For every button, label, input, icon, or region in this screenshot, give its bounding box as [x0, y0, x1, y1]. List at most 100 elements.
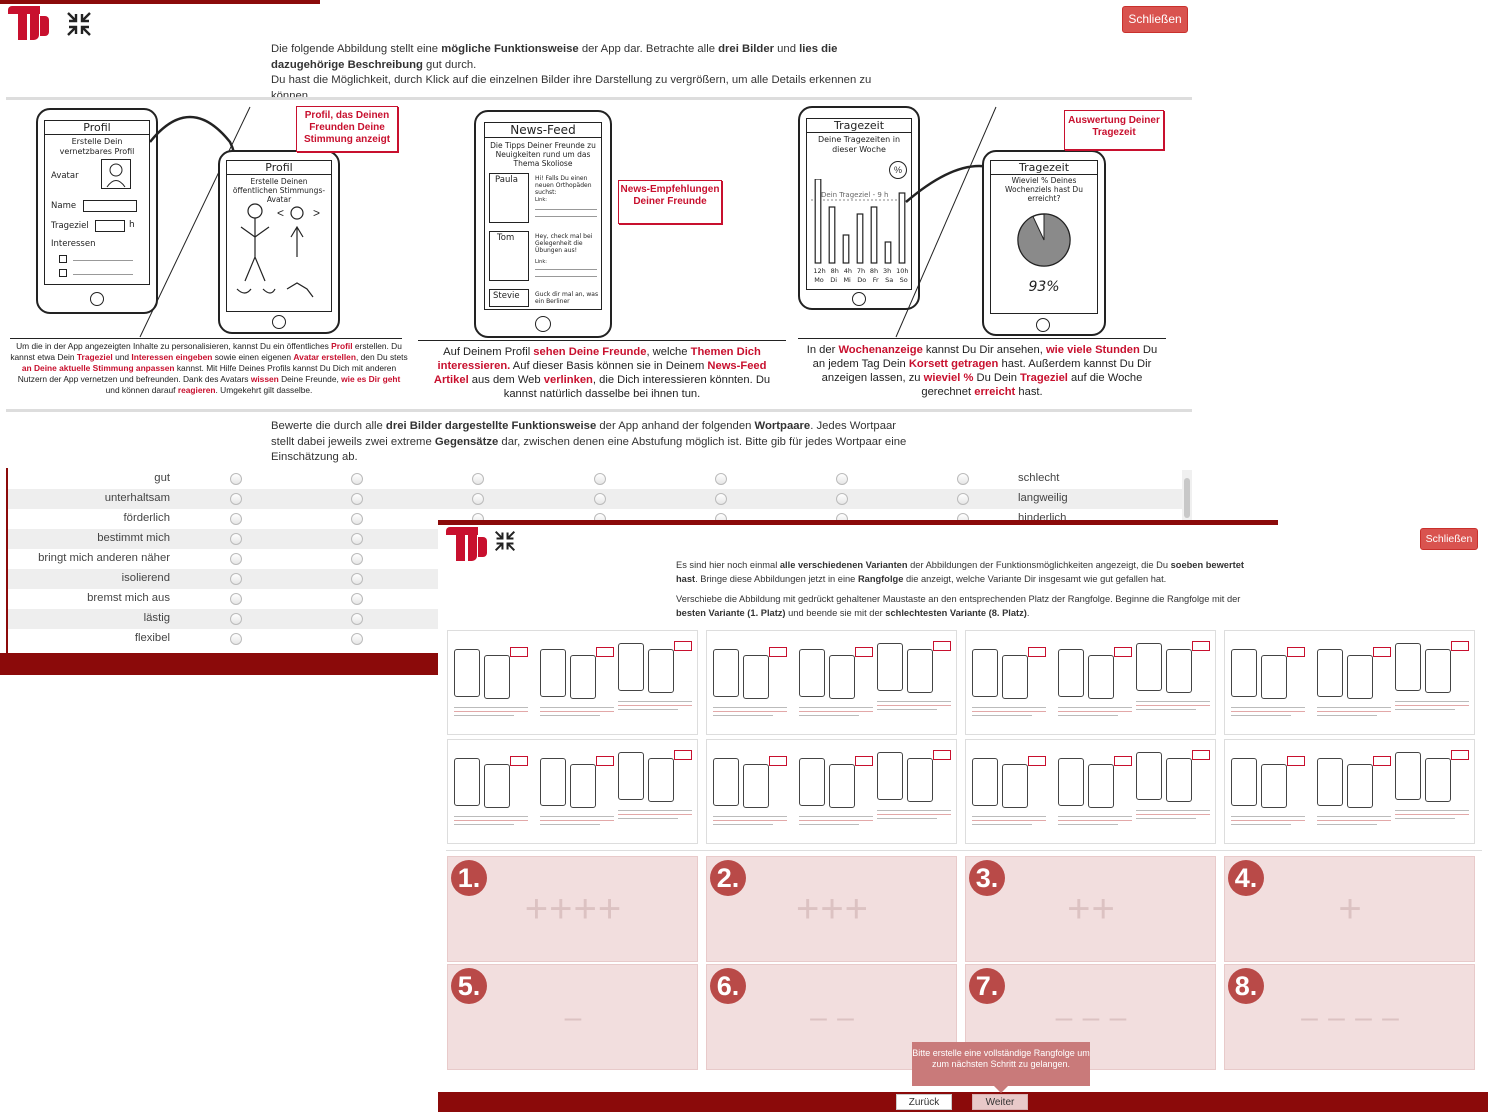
variant-thumbnail[interactable] — [1224, 739, 1475, 844]
rating-radio[interactable] — [836, 493, 848, 505]
rank-number: 6. — [710, 968, 746, 1004]
rating-radio[interactable] — [594, 493, 606, 505]
rank-slot[interactable]: 8. – – – – — [1224, 964, 1475, 1070]
rating-radio[interactable] — [715, 473, 727, 485]
caption-highlight: Wochenanzeige — [838, 344, 923, 356]
rating-radio[interactable] — [351, 513, 363, 525]
rating-radio[interactable] — [351, 573, 363, 585]
rating-radio[interactable] — [351, 493, 363, 505]
rank-symbol: – – — [810, 1001, 855, 1034]
illustration-caption: Auf Deinem Profil sehen Deine Freunde, w… — [424, 345, 780, 401]
rating-radio[interactable] — [230, 493, 242, 505]
rating-radio[interactable] — [230, 633, 242, 645]
rank-slot[interactable]: 1. ++++ — [447, 856, 698, 962]
percent-value: 93% — [1028, 279, 1060, 295]
speech-bubble: News-Empfehlungen Deiner Freunde — [618, 180, 722, 224]
word-left: bestimmt mich — [97, 532, 170, 544]
rating-radio[interactable] — [472, 473, 484, 485]
variant-thumbnail[interactable] — [447, 630, 698, 735]
rating-radio[interactable] — [594, 473, 606, 485]
rating-radio[interactable] — [230, 593, 242, 605]
collapse-fullscreen-icon[interactable] — [494, 530, 516, 552]
caption-text: Du Dein — [973, 372, 1021, 384]
rating-radio[interactable] — [351, 613, 363, 625]
week-bar-mi — [842, 234, 850, 264]
caption-text: hast. — [1015, 386, 1043, 398]
friend-name: Tom — [497, 233, 515, 243]
rank-symbol: ++++ — [524, 887, 623, 931]
variant-thumbnail[interactable] — [965, 739, 1216, 844]
tu-logo — [8, 6, 54, 40]
rating-radio[interactable] — [836, 473, 848, 485]
rating-radio[interactable] — [472, 493, 484, 505]
word-pair-row: bremst mich aus — [8, 589, 438, 609]
field-label: Name — [51, 201, 77, 211]
speech-bubble: Profil, das Deinen Freunden Deine Stimmu… — [296, 106, 398, 152]
variant-thumbnail[interactable] — [1224, 630, 1475, 735]
caption-text: Deine Freunde, — [278, 374, 342, 384]
day-label: Di — [830, 276, 838, 284]
percent-pie-chart — [1017, 213, 1071, 267]
rank-symbol: + — [1338, 887, 1363, 931]
rating-radio[interactable] — [715, 493, 727, 505]
phone-sketch-avatar: Profil Erstelle Deinen öffentlichen Stim… — [218, 150, 340, 334]
matrix-scrollbar[interactable] — [1182, 470, 1192, 522]
rating-radio[interactable] — [351, 553, 363, 565]
word-left: förderlich — [123, 512, 170, 524]
rating-radio[interactable] — [351, 593, 363, 605]
rating-radio[interactable] — [230, 573, 242, 585]
rating-radio[interactable] — [351, 633, 363, 645]
illustration-caption: Um die in der App angezeigten Inhalte zu… — [10, 341, 408, 396]
back-button[interactable]: Zurück — [896, 1094, 952, 1110]
phone-sketch-percent: Tragezeit Wieviel % Deines Wochenziels h… — [982, 150, 1106, 336]
rating-radio[interactable] — [230, 513, 242, 525]
illustration-newsfeed[interactable]: News-Feed Die Tipps Deiner Freunde zu Ne… — [418, 102, 788, 408]
rating-radio[interactable] — [957, 473, 969, 485]
rating-radio[interactable] — [957, 493, 969, 505]
illustration-profile[interactable]: Profil Erstelle Dein vernetzbares Profil… — [10, 102, 408, 408]
illustration-caption: In der Wochenanzeige kannst Du Dir anseh… — [802, 343, 1162, 399]
caption-text: und können darauf — [105, 385, 178, 395]
variant-thumbnail[interactable] — [706, 630, 957, 735]
caption-text: In der — [806, 344, 839, 356]
collapse-fullscreen-icon[interactable] — [66, 11, 92, 37]
pie-achieved — [1017, 213, 1071, 267]
validation-tooltip: Bitte erstelle eine vollständige Rangfol… — [912, 1042, 1090, 1093]
ranking-instructions-2: Verschiebe die Abbildung mit gedrückt ge… — [676, 594, 1241, 618]
word-pair-row: flexibel — [8, 629, 438, 649]
caption-text: , den Du stets — [355, 352, 408, 362]
bottom-bar — [0, 653, 440, 675]
rank-slot[interactable]: 5. – — [447, 964, 698, 1070]
rating-radio[interactable] — [351, 473, 363, 485]
caption-highlight: Trageziel — [1020, 372, 1068, 384]
speech-bubble: Auswertung Deiner Tragezeit — [1064, 110, 1164, 150]
rating-radio[interactable] — [351, 533, 363, 545]
illustration-tragezeit[interactable]: Tragezeit Deine Tragezeiten in dieser Wo… — [796, 102, 1168, 408]
next-button[interactable]: Weiter — [972, 1094, 1028, 1110]
variant-thumbnail[interactable] — [447, 739, 698, 844]
caption-text: aus dem Web — [468, 374, 544, 386]
rank-slot[interactable]: 2. +++ — [706, 856, 957, 962]
divider — [6, 97, 1192, 100]
word-left: isolierend — [121, 572, 170, 584]
hour-label: 12h — [813, 267, 826, 275]
rank-slot[interactable]: 3. ++ — [965, 856, 1216, 962]
caption-text: und — [112, 352, 132, 362]
rating-radio[interactable] — [230, 553, 242, 565]
rank-slot[interactable]: 4. + — [1224, 856, 1475, 962]
hour-label: 8h — [830, 267, 839, 275]
variant-thumbnail[interactable] — [965, 630, 1216, 735]
close-button[interactable]: Schließen — [1420, 528, 1478, 550]
rank-symbol: – – – – — [1301, 1001, 1400, 1034]
rating-radio[interactable] — [230, 533, 242, 545]
variant-thumbnail[interactable] — [706, 739, 957, 844]
word-pair-row: isolierend — [8, 569, 438, 589]
word-right: schlecht — [1018, 472, 1060, 484]
caption-text: Auf dieser Basis können sie in Deinem — [510, 360, 708, 372]
caption-highlight: wieviel % — [923, 372, 974, 384]
rating-radio[interactable] — [230, 473, 242, 485]
caption-highlight: verlinken — [543, 374, 593, 386]
rating-radio[interactable] — [230, 613, 242, 625]
close-button[interactable]: Schließen — [1122, 6, 1188, 33]
phone-title: News-Feed — [485, 123, 601, 138]
